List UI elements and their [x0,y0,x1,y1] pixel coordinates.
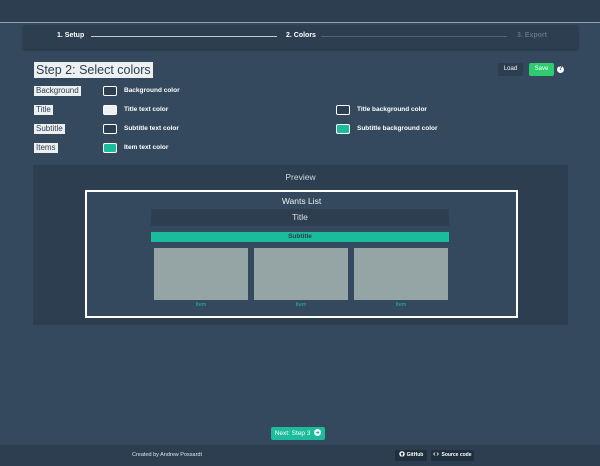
save-button[interactable]: Save [529,63,554,76]
preview-heading: Preview [285,172,316,182]
preview-title-bar: Title [151,209,449,226]
step-export: 3. Export [517,32,547,39]
source-code-label: Source code [441,452,472,458]
preview-list-title: Wants List [281,196,322,206]
step-progress: 1. Setup 2. Colors 3. Export [23,25,578,49]
item-text-color-label: Item text color [124,144,169,151]
load-button[interactable]: Load [498,63,523,76]
title-text-color-swatch[interactable] [103,105,117,115]
subtitle-background-color-swatch[interactable] [336,124,350,134]
footer-credit: Created by Andrew Possardt [132,452,203,458]
next-step-label: Next: Step 3 [274,430,311,437]
background-color-label: Background color [124,87,180,94]
title-text-color-label: Title text color [124,106,169,113]
step-colors[interactable]: 2. Colors [286,32,316,39]
title-background-color-swatch[interactable] [336,105,350,115]
github-button[interactable]: GitHub [395,450,427,461]
github-icon [398,451,405,457]
next-step-button[interactable]: Next: Step 3 [271,427,325,440]
github-label: GitHub [406,452,424,458]
step-setup[interactable]: 1. Setup [57,32,84,39]
preview-item-card [154,248,248,300]
source-code-button[interactable]: Source code [431,450,474,461]
subtitle-text-color-swatch[interactable] [103,124,117,134]
background-color-swatch[interactable] [103,86,117,96]
help-icon[interactable]: ? [557,66,564,73]
preview-item-card [354,248,448,300]
row-label-subtitle: Subtitle [34,124,65,134]
title-background-color-label: Title background color [357,106,427,113]
preview-panel: Preview Wants List Title Subtitle Item I… [33,165,568,325]
page-title: Step 2: Select colors [34,62,153,78]
row-label-items: Items [34,143,58,153]
code-icon [433,452,440,456]
item-text-color-swatch[interactable] [103,143,117,153]
preview-item-label: Item [395,302,407,308]
step-connector [321,36,507,37]
footer: Created by Andrew Possardt GitHub Source… [0,445,600,466]
preview-list-frame: Wants List Title Subtitle Item Item Item [85,190,518,318]
preview-item-label: Item [295,302,307,308]
subtitle-background-color-label: Subtitle background color [357,125,438,132]
arrow-right-icon [314,429,322,436]
row-label-title: Title [34,105,53,115]
preview-item-label: Item [195,302,207,308]
step-connector [91,36,277,37]
top-bar [0,0,600,23]
preview-item-card [254,248,348,300]
preview-subtitle-bar: Subtitle [151,232,449,242]
row-label-background: Background [34,86,81,96]
subtitle-text-color-label: Subtitle text color [124,125,179,132]
